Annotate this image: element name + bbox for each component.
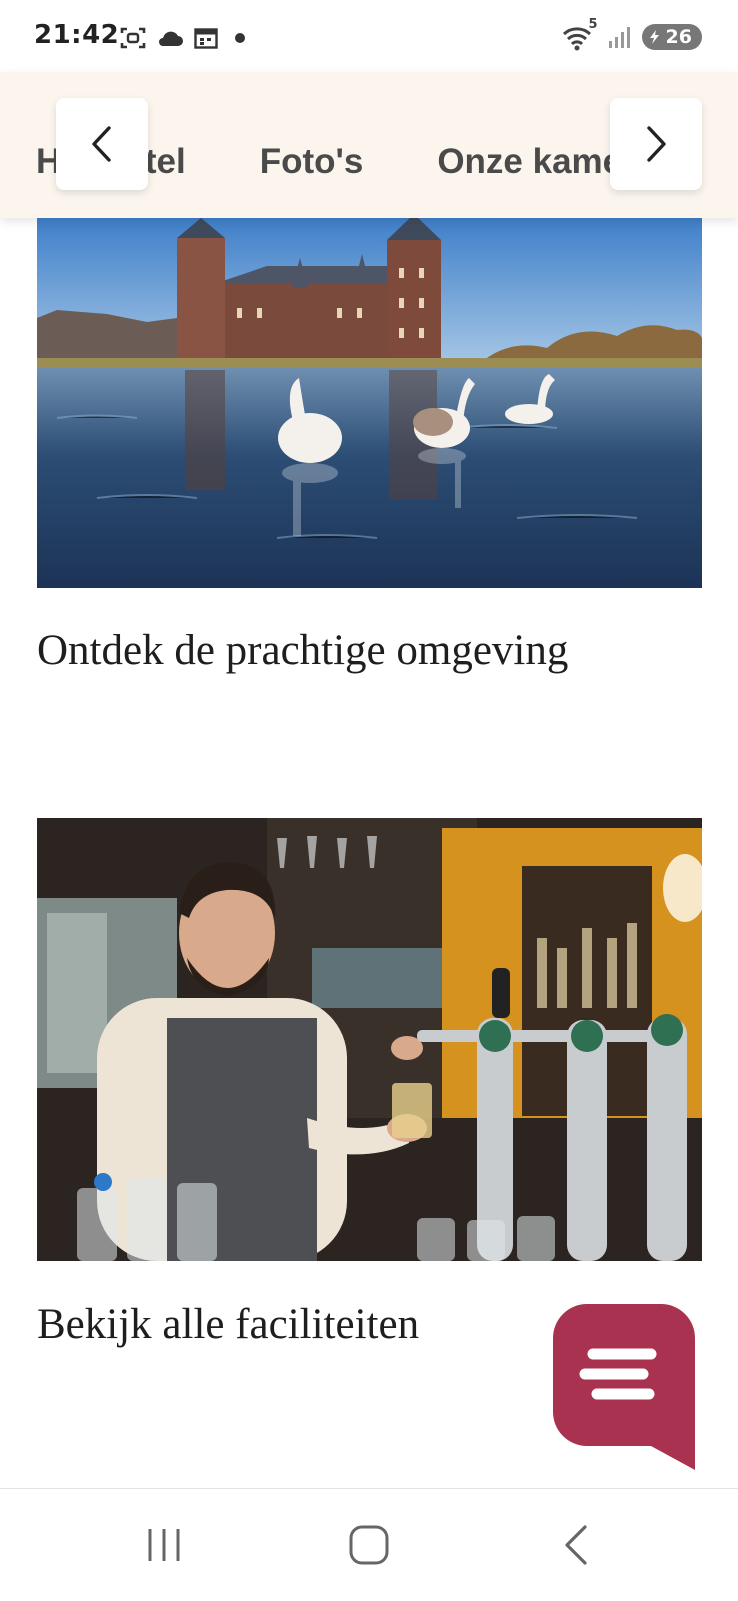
status-bar: 21:42 5 26: [0, 0, 738, 72]
dot-icon: [235, 33, 245, 43]
status-icons-left: [120, 24, 248, 52]
section-tab-nav: Het hotel Foto's Onze kamers: [0, 72, 738, 218]
next-tab-button[interactable]: [610, 98, 702, 190]
home-icon: [349, 1525, 389, 1565]
status-time: 21:42: [34, 20, 120, 50]
home-button[interactable]: [339, 1517, 399, 1573]
facilities-image[interactable]: [37, 818, 702, 1261]
facilities-card-title[interactable]: Bekijk alle faciliteiten: [37, 1300, 419, 1349]
signal-icon: [608, 27, 630, 48]
back-icon: [565, 1525, 587, 1565]
previous-tab-button[interactable]: [56, 98, 148, 190]
battery-indicator: 26: [641, 24, 702, 50]
chat-bubble-icon: [553, 1304, 695, 1470]
chevron-left-icon: [92, 126, 111, 162]
system-navigation-bar: [0, 1488, 738, 1601]
calendar-icon: [194, 28, 218, 49]
back-button[interactable]: [546, 1517, 606, 1573]
battery-icon: [649, 30, 659, 44]
surroundings-image[interactable]: [37, 218, 702, 588]
recents-button[interactable]: [134, 1517, 194, 1573]
tab-fotos[interactable]: Foto's: [260, 142, 364, 182]
wifi-icon: [562, 27, 591, 51]
surroundings-card-title[interactable]: Ontdek de prachtige omgeving: [37, 626, 568, 675]
status-icons-right: 5 26: [562, 17, 702, 52]
cloud-icon: [159, 31, 183, 46]
recents-icon: [148, 1529, 180, 1561]
wifi-indicator: 5: [562, 17, 598, 51]
chat-button[interactable]: [553, 1304, 695, 1470]
wifi-label: 5: [588, 17, 598, 32]
chevron-right-icon: [647, 126, 666, 162]
screenshot-icon: [120, 27, 146, 49]
battery-level: 26: [665, 26, 692, 48]
